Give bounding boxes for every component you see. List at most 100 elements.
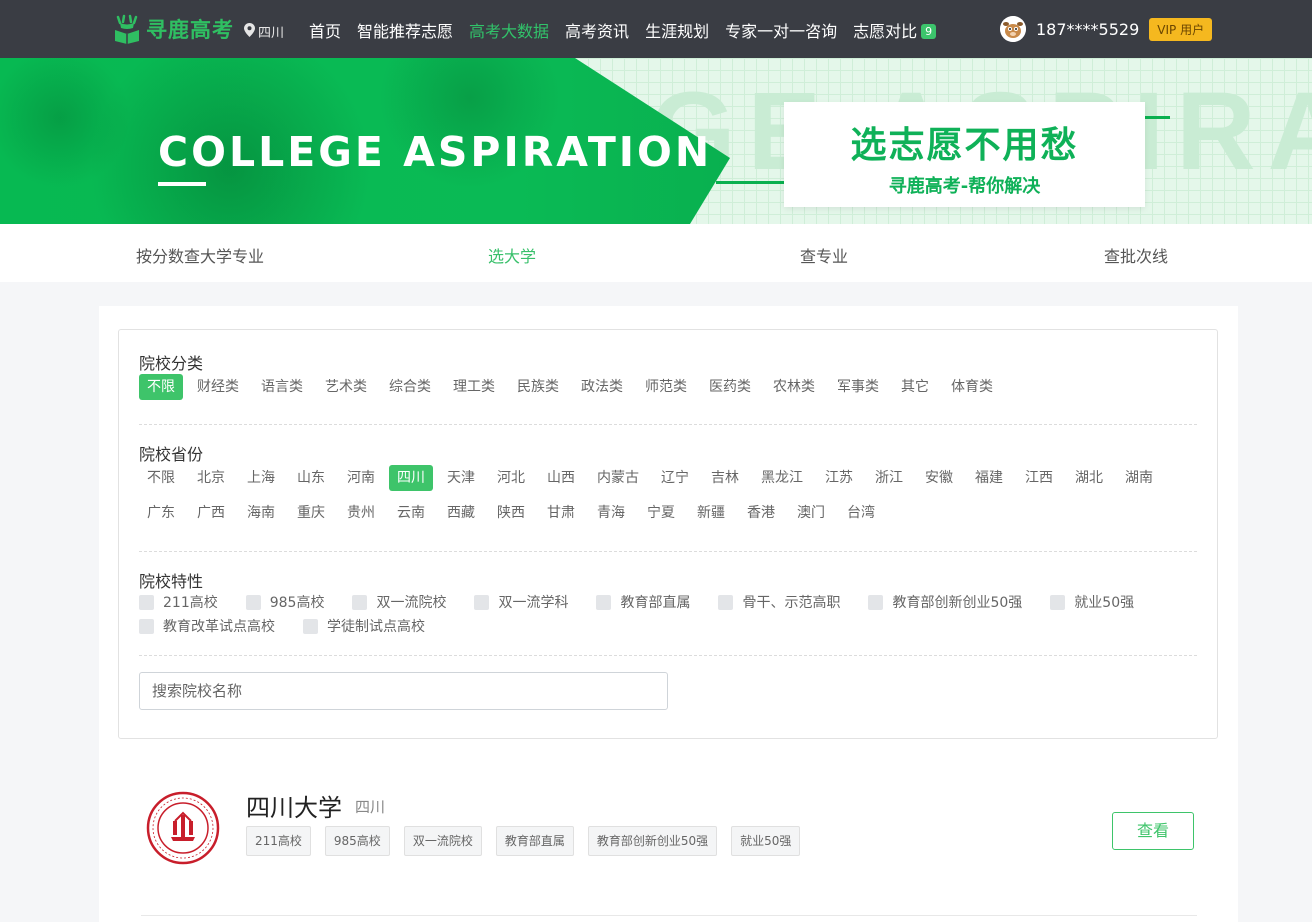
category-option[interactable]: 农林类 <box>765 374 823 400</box>
nav-item[interactable]: 高考大数据 <box>469 18 549 42</box>
checkbox-icon[interactable] <box>139 618 154 634</box>
tab-score-search[interactable]: 按分数查大学专业 <box>136 243 264 267</box>
province-option[interactable]: 海南 <box>239 500 283 526</box>
checkbox-icon[interactable] <box>474 594 490 610</box>
nav-item[interactable]: 高考资讯 <box>565 18 629 42</box>
category-option[interactable]: 不限 <box>139 374 183 400</box>
province-option[interactable]: 四川 <box>389 465 433 491</box>
province-option[interactable]: 湖南 <box>1117 465 1161 491</box>
category-option[interactable]: 师范类 <box>637 374 695 400</box>
nav-item[interactable]: 生涯规划 <box>645 18 709 42</box>
province-option[interactable]: 澳门 <box>789 500 833 526</box>
province-option[interactable]: 河北 <box>489 465 533 491</box>
province-filter-options: 不限 北京 上海 山东 河南 四川 天津 河北 山西 内蒙古 辽宁 吉林 黑龙江 江苏 浙江 安徽 福建 江西 湖北… <box>139 465 1199 526</box>
user-area[interactable]: 187****5529 VIP 用户 <box>1000 16 1213 42</box>
feature-checkbox[interactable]: 211高校 <box>139 590 218 614</box>
province-option[interactable]: 宁夏 <box>639 500 683 526</box>
category-option[interactable]: 综合类 <box>381 374 439 400</box>
feature-checkbox[interactable]: 教育改革试点高校 <box>139 614 275 638</box>
category-option[interactable]: 医药类 <box>701 374 759 400</box>
province-option[interactable]: 西藏 <box>439 500 483 526</box>
category-option[interactable]: 理工类 <box>445 374 503 400</box>
category-option[interactable]: 艺术类 <box>317 374 375 400</box>
feature-checkbox[interactable]: 双一流学科 <box>474 590 568 614</box>
checkbox-icon[interactable] <box>718 594 734 610</box>
province-option[interactable]: 北京 <box>189 465 233 491</box>
school-search-input[interactable] <box>139 672 668 710</box>
tab-search-major[interactable]: 查专业 <box>800 243 848 267</box>
category-option[interactable]: 其它 <box>893 374 937 400</box>
brand-name: 寻鹿高考 <box>146 18 234 42</box>
province-option[interactable]: 香港 <box>739 500 783 526</box>
province-option[interactable]: 台湾 <box>839 500 883 526</box>
category-option[interactable]: 政法类 <box>573 374 631 400</box>
feature-checkbox[interactable]: 教育部直属 <box>596 590 690 614</box>
divider <box>139 655 1197 656</box>
province-option[interactable]: 不限 <box>139 465 183 491</box>
province-option[interactable]: 山西 <box>539 465 583 491</box>
province-option[interactable]: 内蒙古 <box>589 465 647 491</box>
nav-item[interactable]: 智能推荐志愿 <box>357 18 453 42</box>
compare-count-badge: 9 <box>921 24 937 39</box>
nav-item[interactable]: 首页 <box>309 18 341 42</box>
feature-checkbox[interactable]: 教育部创新创业50强 <box>868 590 1022 614</box>
category-option[interactable]: 军事类 <box>829 374 887 400</box>
province-option[interactable]: 河南 <box>339 465 383 491</box>
feature-label: 教育改革试点高校 <box>163 619 275 635</box>
province-option[interactable]: 安徽 <box>917 465 961 491</box>
checkbox-icon[interactable] <box>245 594 261 610</box>
province-option[interactable]: 新疆 <box>689 500 733 526</box>
feature-label: 211高校 <box>163 595 218 611</box>
vip-badge[interactable]: VIP 用户 <box>1149 17 1213 41</box>
province-filter-title: 院校省份 <box>139 445 204 464</box>
checkbox-icon[interactable] <box>303 618 318 634</box>
tab-choose-university[interactable]: 选大学 <box>488 243 536 267</box>
province-option[interactable]: 广西 <box>189 500 233 526</box>
province-option[interactable]: 福建 <box>967 465 1011 491</box>
province-option[interactable]: 吉林 <box>703 465 747 491</box>
feature-label: 就业50强 <box>1074 595 1135 611</box>
school-name[interactable]: 四川大学 <box>246 788 342 823</box>
province-option[interactable]: 青海 <box>589 500 633 526</box>
category-option[interactable]: 民族类 <box>509 374 567 400</box>
feature-checkbox[interactable]: 就业50强 <box>1050 590 1134 614</box>
checkbox-icon[interactable] <box>868 594 884 610</box>
province-option[interactable]: 贵州 <box>339 500 383 526</box>
brand-logo[interactable]: 寻鹿高考 <box>112 14 234 44</box>
province-option[interactable]: 黑龙江 <box>753 465 811 491</box>
province-option[interactable]: 天津 <box>439 465 483 491</box>
feature-label: 双一流学科 <box>498 595 569 611</box>
province-option[interactable]: 重庆 <box>289 500 333 526</box>
province-option[interactable]: 湖北 <box>1067 465 1111 491</box>
checkbox-icon[interactable] <box>139 594 154 610</box>
checkbox-icon[interactable] <box>352 594 368 610</box>
tab-batch-line[interactable]: 查批次线 <box>1104 243 1168 267</box>
feature-checkbox[interactable]: 骨干、示范高职 <box>718 590 840 614</box>
province-option[interactable]: 广东 <box>139 500 183 526</box>
province-option[interactable]: 山东 <box>289 465 333 491</box>
category-option[interactable]: 体育类 <box>943 374 1001 400</box>
province-option[interactable]: 上海 <box>239 465 283 491</box>
nav-item[interactable]: 志愿对比 9 <box>853 18 937 42</box>
view-school-button[interactable]: 查看 <box>1112 812 1194 850</box>
school-tag: 211高校 <box>246 826 311 856</box>
province-option[interactable]: 辽宁 <box>653 465 697 491</box>
school-tag: 双一流院校 <box>403 826 482 856</box>
nav-item[interactable]: 专家一对一咨询 <box>725 18 837 42</box>
province-option[interactable]: 甘肃 <box>539 500 583 526</box>
checkbox-icon[interactable] <box>1050 594 1066 610</box>
province-option[interactable]: 江苏 <box>817 465 861 491</box>
feature-checkbox[interactable]: 学徒制试点高校 <box>303 614 425 638</box>
province-option[interactable]: 云南 <box>389 500 433 526</box>
province-option[interactable]: 浙江 <box>867 465 911 491</box>
province-option[interactable]: 陕西 <box>489 500 533 526</box>
avatar[interactable] <box>1000 16 1026 42</box>
province-option[interactable]: 江西 <box>1017 465 1061 491</box>
feature-checkbox[interactable]: 双一流院校 <box>352 590 446 614</box>
location-selector[interactable]: 四川 <box>244 22 284 41</box>
feature-checkbox[interactable]: 985高校 <box>245 590 324 614</box>
category-option[interactable]: 语言类 <box>253 374 311 400</box>
checkbox-icon[interactable] <box>596 594 612 610</box>
category-option[interactable]: 财经类 <box>189 374 247 400</box>
user-phone[interactable]: 187****5529 <box>1036 20 1139 39</box>
